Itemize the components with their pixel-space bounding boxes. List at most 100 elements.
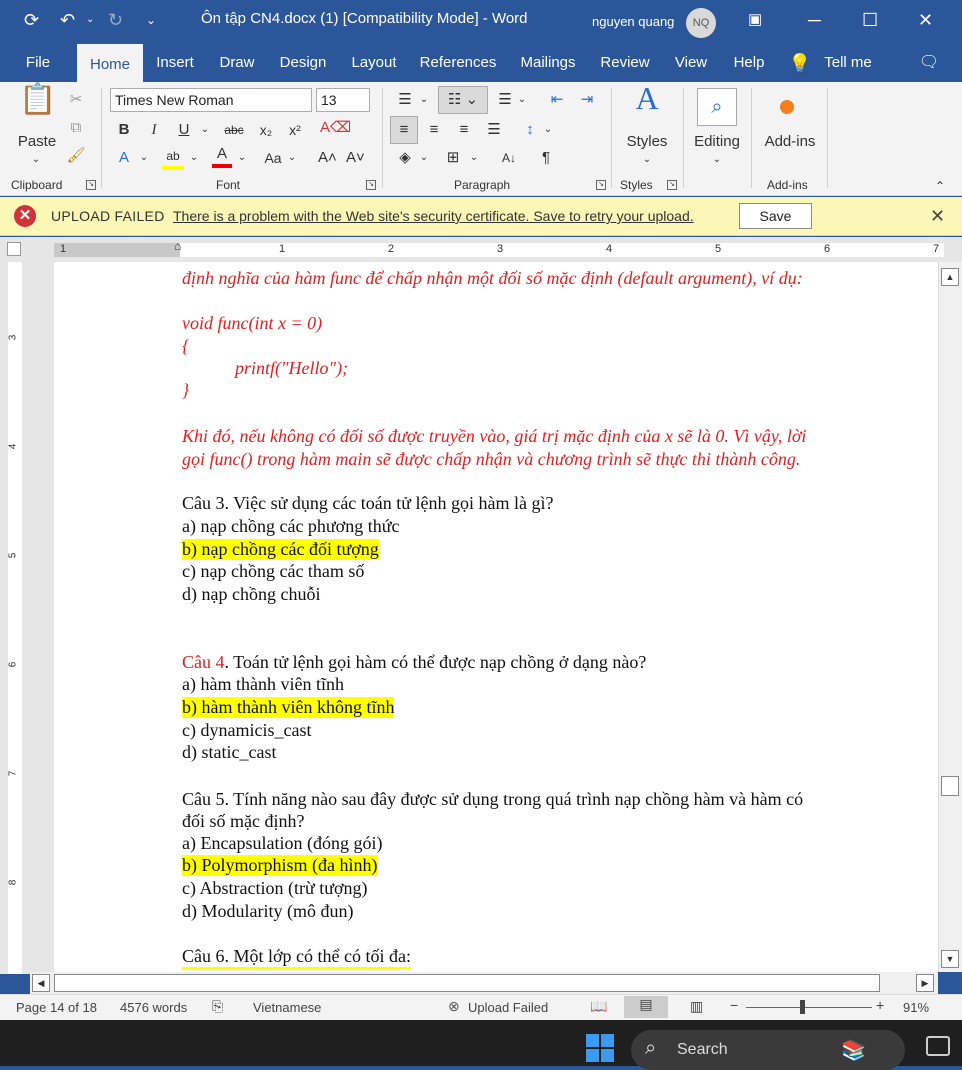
highlight-dropdown-icon[interactable]: ⌄ bbox=[188, 148, 200, 168]
font-color-icon[interactable]: A bbox=[212, 144, 232, 168]
font-name-select[interactable]: Times New Roman bbox=[110, 88, 312, 112]
font-launcher-icon[interactable]: ↘ bbox=[366, 180, 376, 190]
cut-icon[interactable]: ✂ bbox=[66, 90, 86, 110]
borders-dropdown-icon[interactable]: ⌄ bbox=[468, 148, 480, 168]
styles-launcher-icon[interactable]: ↘ bbox=[667, 180, 677, 190]
scroll-left-icon[interactable]: ◀ bbox=[32, 974, 50, 992]
indent-marker-icon[interactable]: ⌂ bbox=[174, 239, 181, 253]
save-button[interactable]: Save bbox=[739, 203, 812, 229]
underline-icon[interactable]: U bbox=[174, 120, 194, 140]
close-message-icon[interactable]: ✕ bbox=[930, 206, 945, 227]
tab-mailings[interactable]: Mailings bbox=[514, 44, 582, 82]
tab-insert[interactable]: Insert bbox=[150, 44, 200, 82]
tab-file[interactable]: File bbox=[14, 44, 62, 82]
increase-indent-icon[interactable]: ⇥ bbox=[576, 90, 598, 110]
strikethrough-icon[interactable]: abc bbox=[222, 120, 246, 140]
highlight-color-icon[interactable]: ab bbox=[162, 146, 184, 170]
comments-icon[interactable]: 🗨 bbox=[914, 44, 944, 82]
editing-button[interactable]: Editing bbox=[688, 132, 746, 152]
italic-icon[interactable]: I bbox=[144, 120, 164, 140]
styles-icon[interactable]: A bbox=[628, 82, 666, 128]
copy-icon[interactable]: ⧉ bbox=[66, 118, 86, 138]
page-count[interactable]: Page 14 of 18 bbox=[16, 1000, 97, 1015]
zoom-slider[interactable] bbox=[746, 1007, 872, 1008]
change-case-dropdown-icon[interactable]: ⌄ bbox=[286, 148, 298, 168]
autosave-icon[interactable]: ⟳ bbox=[24, 8, 39, 32]
read-mode-icon[interactable]: 📖 bbox=[590, 998, 607, 1015]
zoom-in-icon[interactable]: + bbox=[876, 997, 884, 1013]
tell-me-search[interactable]: Tell me bbox=[818, 44, 878, 82]
borders-icon[interactable]: ⊞ bbox=[442, 148, 464, 168]
underline-dropdown-icon[interactable]: ⌄ bbox=[198, 120, 212, 140]
upload-status[interactable]: Upload Failed bbox=[468, 1000, 548, 1015]
numbering-icon[interactable]: ☷ ⌄ bbox=[438, 86, 488, 114]
subscript-icon[interactable]: x₂ bbox=[255, 120, 277, 140]
tab-design[interactable]: Design bbox=[274, 44, 332, 82]
styles-button[interactable]: Styles bbox=[622, 132, 672, 152]
horizontal-scrollbar[interactable]: ◀ ▶ bbox=[30, 972, 938, 994]
font-size-select[interactable]: 13 bbox=[316, 88, 370, 112]
shading-dropdown-icon[interactable]: ⌄ bbox=[418, 148, 430, 168]
scroll-right-icon[interactable]: ▶ bbox=[916, 974, 934, 992]
addins-button[interactable]: Add-ins bbox=[760, 132, 820, 152]
ribbon-display-icon[interactable]: ▣ bbox=[748, 8, 762, 32]
language[interactable]: Vietnamese bbox=[253, 1000, 321, 1015]
scroll-down-icon[interactable]: ▼ bbox=[941, 950, 959, 968]
vertical-scrollbar[interactable]: ▲ ▼ bbox=[938, 262, 962, 972]
bold-icon[interactable]: B bbox=[114, 120, 134, 140]
font-color-dropdown-icon[interactable]: ⌄ bbox=[236, 148, 248, 168]
tab-home[interactable]: Home bbox=[77, 44, 143, 82]
close-icon[interactable]: ✕ bbox=[918, 8, 933, 32]
sort-icon[interactable]: A↓ bbox=[498, 148, 520, 168]
tab-view[interactable]: View bbox=[668, 44, 714, 82]
clear-formatting-icon[interactable]: A⌫ bbox=[320, 118, 351, 138]
tab-review[interactable]: Review bbox=[596, 44, 654, 82]
superscript-icon[interactable]: x² bbox=[284, 120, 306, 140]
justify-icon[interactable]: ☰ bbox=[484, 120, 504, 140]
customize-toolbar-icon[interactable]: ⌄ bbox=[146, 8, 156, 32]
avatar[interactable]: NQ bbox=[686, 8, 716, 38]
align-right-icon[interactable]: ≡ bbox=[454, 120, 474, 140]
align-left-icon[interactable]: ≡ bbox=[390, 116, 418, 144]
editing-dropdown-icon[interactable]: ⌄ bbox=[710, 150, 724, 170]
format-painter-icon[interactable]: 🖌 bbox=[66, 146, 86, 166]
web-layout-icon[interactable]: ▥ bbox=[690, 998, 703, 1015]
multilevel-dropdown-icon[interactable]: ⌄ bbox=[516, 90, 528, 110]
clipboard-launcher-icon[interactable]: ↘ bbox=[86, 180, 96, 190]
tab-selector[interactable] bbox=[7, 242, 21, 256]
print-layout-icon[interactable]: ▤ bbox=[624, 996, 668, 1018]
tab-draw[interactable]: Draw bbox=[212, 44, 262, 82]
bullets-icon[interactable]: ☰ bbox=[394, 90, 416, 110]
zoom-level[interactable]: 91% bbox=[903, 1000, 929, 1015]
shrink-font-icon[interactable]: A˅ bbox=[346, 148, 365, 168]
paste-dropdown-icon[interactable]: ⌄ bbox=[28, 150, 44, 170]
line-spacing-icon[interactable]: ↕ bbox=[520, 120, 540, 140]
text-effects-icon[interactable]: A bbox=[114, 148, 134, 168]
styles-dropdown-icon[interactable]: ⌄ bbox=[640, 150, 654, 170]
minimize-icon[interactable]: ─ bbox=[808, 8, 821, 32]
document-page[interactable]: định nghĩa của hàm func để chấp nhận một… bbox=[54, 262, 938, 972]
zoom-out-icon[interactable]: − bbox=[730, 997, 738, 1013]
change-case-icon[interactable]: Aa bbox=[260, 148, 286, 168]
taskbar-search[interactable]: ⌕ Search 📚 bbox=[631, 1030, 905, 1070]
align-center-icon[interactable]: ≡ bbox=[424, 120, 444, 140]
decrease-indent-icon[interactable]: ⇤ bbox=[546, 90, 568, 110]
paste-icon[interactable]: 📋 bbox=[18, 85, 58, 128]
text-effects-dropdown-icon[interactable]: ⌄ bbox=[138, 148, 150, 168]
addins-icon[interactable] bbox=[780, 100, 794, 114]
ruler-bar[interactable]: 1 1 2 3 4 5 6 7 ⌂ bbox=[54, 239, 944, 257]
undo-icon[interactable]: ↶ bbox=[60, 8, 75, 32]
task-view-icon[interactable] bbox=[926, 1036, 950, 1056]
collapse-ribbon-icon[interactable]: ⌃ bbox=[932, 176, 948, 196]
find-icon[interactable]: ⌕ bbox=[697, 88, 737, 126]
horizontal-scroll-thumb[interactable] bbox=[54, 974, 880, 992]
vertical-scroll-thumb[interactable] bbox=[941, 776, 959, 796]
paragraph-launcher-icon[interactable]: ↘ bbox=[596, 180, 606, 190]
tab-help[interactable]: Help bbox=[726, 44, 772, 82]
windows-start-icon[interactable] bbox=[586, 1034, 614, 1062]
paste-button[interactable]: Paste bbox=[14, 132, 60, 152]
scroll-up-icon[interactable]: ▲ bbox=[941, 268, 959, 286]
multilevel-list-icon[interactable]: ☰ bbox=[494, 90, 516, 110]
user-name[interactable]: nguyen quang bbox=[592, 14, 674, 29]
word-count[interactable]: 4576 words bbox=[120, 1000, 187, 1015]
